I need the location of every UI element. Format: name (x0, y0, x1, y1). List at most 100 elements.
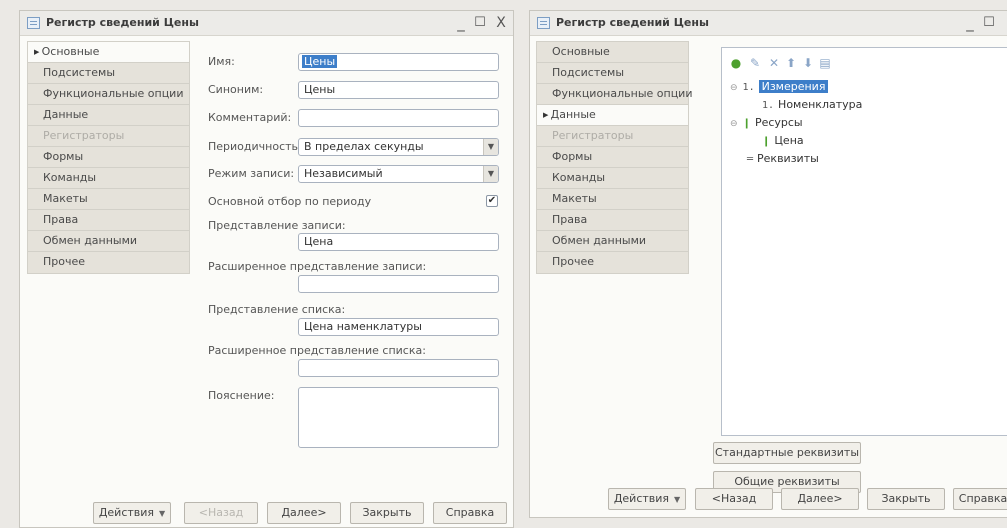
tree-node-dimensions[interactable]: ⊖ 1. Измерения (730, 80, 829, 93)
sidebar-nav: ОсновныеПодсистемыФункциональные опцииДа… (536, 41, 692, 274)
nomenclature-label: Номенклатура (778, 98, 863, 111)
synonym-label: Синоним: (208, 83, 264, 96)
help-button[interactable]: Справка (953, 488, 1007, 510)
add-icon[interactable]: ● (729, 56, 743, 70)
back-button[interactable]: <Назад (695, 488, 773, 510)
window-title: Регистр сведений Цены (46, 16, 199, 29)
standard-attributes-button[interactable]: Стандартные реквизиты (713, 442, 861, 464)
sidebar-item: Регистраторы (28, 126, 189, 147)
back-button[interactable]: <Назад (184, 502, 258, 524)
chevron-down-icon: ▼ (674, 495, 681, 504)
sidebar-item[interactable]: Обмен данными (28, 231, 189, 252)
comment-label: Комментарий: (208, 111, 292, 124)
sort-icon[interactable]: ▤ (818, 56, 832, 70)
sidebar-item[interactable]: Подсистемы (537, 63, 688, 84)
move-down-icon[interactable]: ⬇ (801, 56, 815, 70)
record-repr-label: Представление записи: (208, 219, 346, 232)
dimension-icon: 1. (742, 82, 755, 93)
tree-node-attributes[interactable]: ═ Реквизиты (747, 152, 819, 165)
sidebar-item: Регистраторы (537, 126, 688, 147)
register-properties-window-main: Регистр сведений Цены _ ☐ X ОсновныеПодс… (19, 10, 514, 528)
write-mode-label: Режим записи: (208, 167, 295, 180)
chevron-down-icon[interactable]: ▼ (483, 166, 498, 182)
explanation-label: Пояснение: (208, 389, 275, 402)
chevron-down-icon[interactable]: ▼ (483, 139, 498, 155)
sidebar-item[interactable]: Прочее (28, 252, 189, 273)
sidebar-nav: ОсновныеПодсистемыФункциональные опцииДа… (27, 41, 190, 274)
actions-label: Действия (613, 492, 670, 505)
collapse-icon[interactable]: ⊖ (730, 83, 738, 93)
main-filter-checkbox[interactable]: ✔ (486, 195, 498, 207)
explanation-textarea[interactable] (298, 387, 499, 448)
chevron-down-icon: ▼ (159, 509, 166, 518)
sidebar-item[interactable]: Макеты (28, 189, 189, 210)
comment-input[interactable] (298, 109, 499, 127)
ext-list-repr-label: Расширенное представление списка: (208, 344, 426, 357)
close-dialog-button[interactable]: Закрыть (350, 502, 424, 524)
list-repr-input[interactable]: Цена наменклатуры (298, 318, 499, 336)
sidebar-item[interactable]: Основные (28, 42, 189, 63)
sidebar-item[interactable]: Права (537, 210, 688, 231)
price-label: Цена (774, 134, 804, 147)
sidebar-item[interactable]: Основные (537, 42, 688, 63)
register-icon (27, 17, 40, 29)
sidebar-item[interactable]: Прочее (537, 252, 688, 273)
sidebar-item[interactable]: Команды (537, 168, 688, 189)
ext-record-repr-label: Расширенное представление записи: (208, 260, 427, 273)
periodicity-value: В пределах секунды (304, 140, 424, 153)
delete-icon[interactable]: ✕ (767, 56, 781, 70)
sidebar-item[interactable]: Функциональные опции (28, 84, 189, 105)
close-button[interactable]: X (492, 13, 510, 33)
write-mode-select[interactable]: Независимый ▼ (298, 165, 499, 183)
sidebar-item[interactable]: Команды (28, 168, 189, 189)
sidebar-item[interactable]: Данные (28, 105, 189, 126)
name-value: Цены (302, 55, 338, 68)
next-button[interactable]: Далее> (267, 502, 341, 524)
move-up-icon[interactable]: ⬆ (784, 56, 798, 70)
actions-button[interactable]: Действия ▼ (608, 488, 686, 510)
main-filter-label: Основной отбор по периоду (208, 195, 372, 208)
sidebar-item[interactable]: Функциональные опции (537, 84, 692, 105)
sidebar-item[interactable]: Формы (537, 147, 688, 168)
sidebar-item[interactable]: Обмен данными (537, 231, 688, 252)
register-icon (537, 17, 550, 29)
dimension-icon: 1. (762, 100, 775, 111)
name-input[interactable]: Цены (298, 53, 499, 71)
periodicity-select[interactable]: В пределах секунды ▼ (298, 138, 499, 156)
close-dialog-button[interactable]: Закрыть (867, 488, 945, 510)
periodicity-label: Периодичность: (208, 140, 302, 153)
name-label: Имя: (208, 55, 235, 68)
attribute-icon: ═ (747, 154, 754, 165)
tree-node-price[interactable]: ❙ Цена (762, 134, 804, 147)
resource-icon: ❙ (742, 118, 751, 129)
window-title: Регистр сведений Цены (556, 16, 709, 29)
edit-icon[interactable]: ✎ (748, 56, 762, 70)
maximize-button[interactable]: ☐ (980, 13, 998, 33)
sidebar-item[interactable]: Формы (28, 147, 189, 168)
data-tree-panel: ● ✎ ✕ ⬆ ⬇ ▤ ⊖ 1. Измерения 1. Номенклатура … (721, 47, 1007, 436)
write-mode-value: Независимый (304, 167, 383, 180)
resource-icon: ❙ (762, 136, 771, 147)
sidebar-item[interactable]: Права (28, 210, 189, 231)
tree-node-nomenclature[interactable]: 1. Номенклатура (762, 98, 862, 111)
minimize-button[interactable]: _ (961, 13, 979, 33)
actions-button[interactable]: Действия ▼ (93, 502, 171, 524)
collapse-icon[interactable]: ⊖ (730, 119, 738, 129)
tree-node-resources[interactable]: ⊖ ❙ Ресурсы (730, 116, 803, 129)
title-bar[interactable]: Регистр сведений Цены _ ☐ X (20, 11, 513, 36)
sidebar-item[interactable]: Данные (537, 105, 688, 126)
register-properties-window-data: Регистр сведений Цены _ ☐ Основные Подсис… (529, 10, 1007, 518)
synonym-input[interactable]: Цены (298, 81, 499, 99)
maximize-button[interactable]: ☐ (471, 13, 489, 33)
ext-list-repr-input[interactable] (298, 359, 499, 377)
help-button[interactable]: Справка (433, 502, 507, 524)
sidebar-item[interactable]: Макеты (537, 189, 688, 210)
actions-label: Действия (98, 506, 155, 519)
dimensions-label: Измерения (758, 80, 829, 93)
record-repr-input[interactable]: Цена (298, 233, 499, 251)
ext-record-repr-input[interactable] (298, 275, 499, 293)
sidebar-item[interactable]: Подсистемы (28, 63, 189, 84)
next-button[interactable]: Далее> (781, 488, 859, 510)
title-bar[interactable]: Регистр сведений Цены _ ☐ (530, 11, 1007, 36)
minimize-button[interactable]: _ (452, 13, 470, 33)
